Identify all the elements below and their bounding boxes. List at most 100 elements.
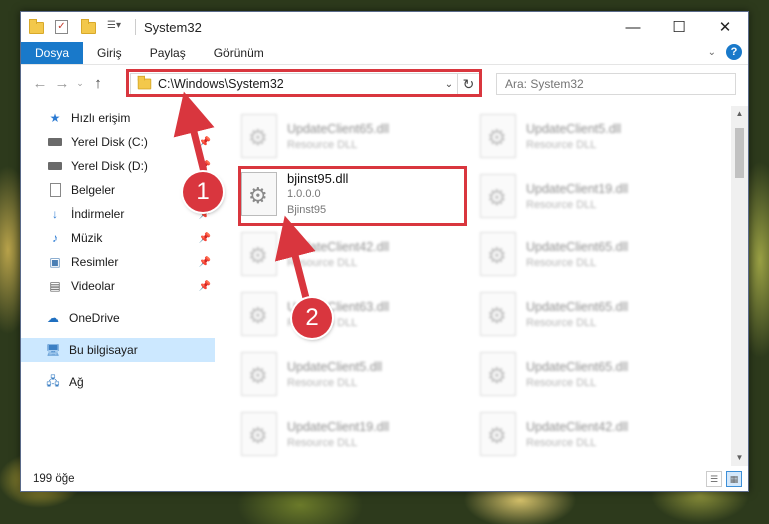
customize-quick-access-icon[interactable]: ☰▾: [107, 20, 123, 34]
up-arrow-icon[interactable]: ↑: [87, 75, 109, 92]
pin-icon: 📌: [198, 160, 211, 172]
sidebar-item-label: Yerel Disk (D:): [71, 159, 148, 173]
file-tile[interactable]: UpdateClient65.dll Resource DLL: [241, 108, 471, 164]
vertical-scrollbar[interactable]: ▲ ▼: [731, 106, 748, 466]
file-name: UpdateClient65.dll: [526, 359, 629, 374]
title-separator: [135, 19, 136, 35]
sidebar-item-pictures[interactable]: ▣ Resimler 📌: [21, 250, 215, 274]
file-name: UpdateClient42.dll: [287, 239, 390, 254]
scroll-down-icon[interactable]: ▼: [731, 450, 748, 466]
sidebar-item-label: Ağ: [69, 375, 84, 389]
sidebar-item-this-pc[interactable]: 🖥 Bu bilgisayar: [21, 338, 215, 362]
sidebar-item-label: Müzik: [71, 231, 103, 245]
scrollbar-thumb[interactable]: [735, 128, 744, 178]
dll-file-icon: [480, 292, 516, 336]
sidebar-item-music[interactable]: ♪ Müzik 📌: [21, 226, 215, 250]
maximize-button[interactable]: ☐: [656, 12, 702, 42]
sidebar-item-network[interactable]: 🖧 Ağ: [21, 370, 215, 394]
file-list: UpdateClient65.dllResource DLL bjinst95.…: [226, 106, 731, 466]
file-tile[interactable]: UpdateClient42.dll Resource DLL: [241, 226, 471, 282]
file-name: UpdateClient5.dll: [287, 359, 383, 374]
videos-icon: ▤: [49, 279, 61, 293]
sidebar-item-videos[interactable]: ▤ Videolar 📌: [21, 274, 215, 298]
status-bar: 199 öğe ☰ ▦: [21, 467, 748, 491]
file-tile[interactable]: UpdateClient65.dll Resource DLL: [480, 286, 710, 342]
file-tile[interactable]: UpdateClient65.dll Resource DLL: [480, 226, 710, 282]
file-name: UpdateClient5.dll: [526, 121, 622, 136]
dll-file-icon: [480, 114, 516, 158]
file-name: UpdateClient65.dll: [526, 299, 629, 314]
sidebar-item-quick-access[interactable]: ★ Hızlı erişim: [21, 106, 215, 130]
pin-icon: 📌: [198, 136, 211, 148]
minimize-button[interactable]: —: [610, 12, 656, 42]
file-tile[interactable]: UpdateClient19.dll Resource DLL: [241, 406, 471, 462]
sidebar-item-label: Belgeler: [71, 183, 116, 197]
file-tile[interactable]: UpdateClient65.dll Resource DLL: [480, 346, 710, 402]
file-type: Resource DLL: [526, 316, 597, 329]
computer-icon: 🖥: [45, 343, 61, 357]
scroll-up-icon[interactable]: ▲: [731, 106, 748, 122]
dll-file-icon: [241, 232, 277, 276]
sidebar-item-downloads[interactable]: ↓ İndirmeler 📌: [21, 202, 215, 226]
address-bar-highlight: [126, 69, 482, 97]
network-icon: 🖧: [46, 373, 60, 388]
step-badge-1: 1: [183, 172, 223, 212]
file-name: UpdateClient19.dll: [287, 419, 390, 434]
step-badge-2: 2: [292, 298, 332, 338]
window-title: System32: [144, 19, 202, 35]
cloud-icon: ☁: [47, 311, 59, 325]
pin-icon: 📌: [198, 256, 211, 268]
documents-icon: [47, 183, 63, 197]
file-type: Resource DLL: [526, 436, 597, 449]
file-type: Resource DLL: [526, 376, 597, 389]
search-input[interactable]: [496, 73, 736, 95]
pictures-icon: ▣: [49, 255, 61, 269]
sidebar-item-label: Videolar: [71, 279, 115, 293]
sidebar-item-onedrive[interactable]: ☁ OneDrive: [21, 306, 215, 330]
sidebar-item-label: Yerel Disk (C:): [71, 135, 148, 149]
dll-file-icon: [480, 412, 516, 456]
dll-file-icon: [241, 292, 277, 336]
drive-icon: [47, 135, 63, 149]
file-tile[interactable]: UpdateClient63.dllResource DLL: [241, 286, 471, 342]
dll-file-icon: [241, 352, 277, 396]
tab-view[interactable]: Görünüm: [200, 42, 278, 64]
pin-icon: 📌: [198, 280, 211, 292]
new-folder-icon[interactable]: [81, 19, 97, 34]
file-highlight: [238, 166, 467, 226]
navigation-pane: ★ Hızlı erişim Yerel Disk (C:) 📌 Yerel D…: [21, 106, 215, 466]
details-view-icon[interactable]: ☰: [706, 471, 722, 487]
window-controls: — ☐ ✕: [610, 12, 748, 42]
title-bar: ✓ ☰▾ System32 — ☐ ✕: [21, 12, 748, 42]
folder-icon: [29, 19, 45, 34]
file-name: UpdateClient42.dll: [526, 419, 629, 434]
back-arrow-icon[interactable]: ←: [29, 75, 51, 92]
help-icon[interactable]: ?: [726, 44, 742, 60]
dll-file-icon: [241, 114, 277, 158]
sidebar-item-local-disk-d[interactable]: Yerel Disk (D:) 📌: [21, 154, 215, 178]
file-type: Resource DLL: [287, 436, 358, 449]
sidebar-item-local-disk-c[interactable]: Yerel Disk (C:) 📌: [21, 130, 215, 154]
file-type: Resource DLL: [287, 138, 358, 151]
tab-share[interactable]: Paylaş: [136, 42, 200, 64]
close-button[interactable]: ✕: [702, 12, 748, 42]
drive-icon: [47, 159, 63, 173]
file-tile[interactable]: UpdateClient19.dll Resource DLL: [480, 168, 710, 224]
music-icon: ♪: [52, 231, 58, 245]
file-tile[interactable]: UpdateClient5.dll Resource DLL: [241, 346, 471, 402]
tiles-view-icon[interactable]: ▦: [726, 471, 742, 487]
properties-icon[interactable]: ✓: [55, 20, 71, 34]
tab-file[interactable]: Dosya: [21, 42, 84, 64]
forward-arrow-icon[interactable]: →: [51, 75, 73, 92]
dll-file-icon: [480, 232, 516, 276]
file-type: Resource DLL: [287, 256, 358, 269]
expand-ribbon-icon[interactable]: ⌄: [708, 47, 716, 58]
file-tile[interactable]: UpdateClient42.dll Resource DLL: [480, 406, 710, 462]
pin-icon: 📌: [198, 232, 211, 244]
tab-home[interactable]: Giriş: [83, 42, 136, 64]
file-name: UpdateClient65.dll: [287, 121, 390, 136]
file-tile[interactable]: UpdateClient5.dll Resource DLL: [480, 108, 710, 164]
recent-locations-chevron-icon[interactable]: ⌄: [73, 78, 87, 89]
star-icon: ★: [49, 111, 61, 125]
downloads-icon: ↓: [52, 207, 58, 221]
